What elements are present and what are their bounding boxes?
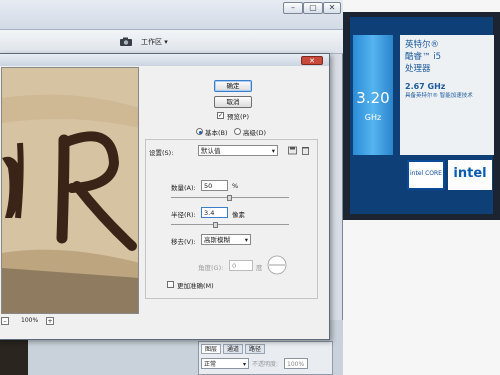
zoom-out-button[interactable]: – [1, 317, 9, 325]
mode-advanced-label: 高级(D) [243, 129, 267, 137]
preview-checkbox[interactable]: ✓ [217, 112, 224, 119]
angle-unit: 度 [256, 264, 263, 272]
wood-sign-image [2, 68, 138, 313]
zoom-in-button[interactable]: + [46, 317, 54, 325]
intel-logo-text: intel [453, 166, 487, 181]
dialog-titlebar [0, 54, 329, 66]
cpu-big-unit: GHz [364, 113, 382, 122]
minimize-button[interactable]: – [283, 2, 303, 14]
mode-basic-radio[interactable] [196, 128, 203, 135]
delete-settings-icon[interactable] [301, 146, 310, 155]
preview-label: 预览(P) [227, 113, 249, 121]
more-accurate-checkbox[interactable] [167, 281, 174, 288]
amount-unit: % [232, 182, 239, 190]
badge-text: intel CORE [410, 170, 442, 177]
angle-label: 角度(G): [198, 264, 224, 272]
remove-select[interactable]: 高斯模糊 ▾ [201, 234, 251, 245]
intel-core-badge: intel CORE [407, 160, 445, 190]
mode-advanced-radio[interactable] [234, 128, 241, 135]
intel-logo: intel [448, 160, 492, 190]
layers-panel: 图层 通道 路径 正常 ▾ 不透明度: 100% [198, 341, 333, 375]
chevron-down-icon: ▾ [244, 236, 248, 244]
radius-slider-track [171, 224, 289, 225]
tab-paths[interactable]: 路径 [245, 344, 265, 354]
amount-field[interactable]: 50 [201, 180, 228, 191]
cpu-tech-line: 具备英特尔® 智能加速技术 [405, 93, 473, 99]
settings-group [145, 139, 318, 299]
settings-label: 设置(S): [149, 149, 174, 157]
cpu-model-line: 酷睿™ i5 [405, 52, 441, 62]
opacity-label: 不透明度: [252, 361, 279, 368]
save-settings-icon[interactable] [288, 146, 298, 155]
ok-button[interactable]: 确定 [214, 80, 252, 92]
close-button[interactable]: ✕ [323, 2, 341, 14]
radius-unit: 像素 [232, 211, 245, 219]
cancel-button[interactable]: 取消 [214, 96, 252, 108]
remove-value: 高斯模糊 [204, 236, 230, 244]
more-accurate-label: 更加准确(M) [177, 282, 214, 290]
radius-label: 半径(R): [171, 211, 196, 219]
amount-slider-thumb[interactable] [227, 195, 232, 201]
tab-layers[interactable]: 图层 [201, 344, 221, 354]
cpu-big-frequency: 3.20 [356, 89, 390, 107]
angle-dial [267, 255, 287, 275]
filter-dialog: ✕ – 100% + 确定 取消 ✓ 预览(P) 基本(B) 高级(D) 设置(… [0, 53, 330, 340]
radius-slider-thumb[interactable] [212, 222, 218, 228]
settings-value: 默认值 [201, 147, 221, 155]
settings-select[interactable]: 默认值 ▾ [198, 145, 278, 156]
mode-basic-label: 基本(B) [205, 129, 228, 137]
angle-field: 0 [229, 260, 253, 271]
preview-image[interactable] [1, 67, 139, 314]
dialog-close-button[interactable]: ✕ [301, 56, 323, 65]
tab-channels[interactable]: 通道 [223, 344, 243, 354]
camera-icon[interactable] [119, 37, 133, 47]
radius-field[interactable]: 3.4 [201, 207, 228, 218]
workspace-menu-button[interactable]: 工作区 ▾ [141, 36, 181, 48]
preview-status-bar: – 100% + [1, 316, 139, 328]
opacity-field[interactable]: 100% [284, 358, 308, 369]
remove-label: 移去(V): [171, 238, 196, 246]
blend-mode-select[interactable]: 正常 ▾ [201, 358, 249, 369]
chevron-down-icon: ▾ [242, 361, 246, 368]
cpu-brand-line: 英特尔® [405, 40, 440, 50]
zoom-value: 100% [21, 317, 39, 324]
cpu-ghz-line: 2.67 GHz [405, 82, 446, 91]
chevron-down-icon: ▾ [271, 147, 275, 155]
cpu-type-line: 处理器 [405, 64, 431, 74]
restore-button[interactable]: ▢ [303, 2, 323, 14]
amount-label: 数量(A): [171, 184, 196, 192]
blend-mode-value: 正常 [204, 361, 217, 368]
